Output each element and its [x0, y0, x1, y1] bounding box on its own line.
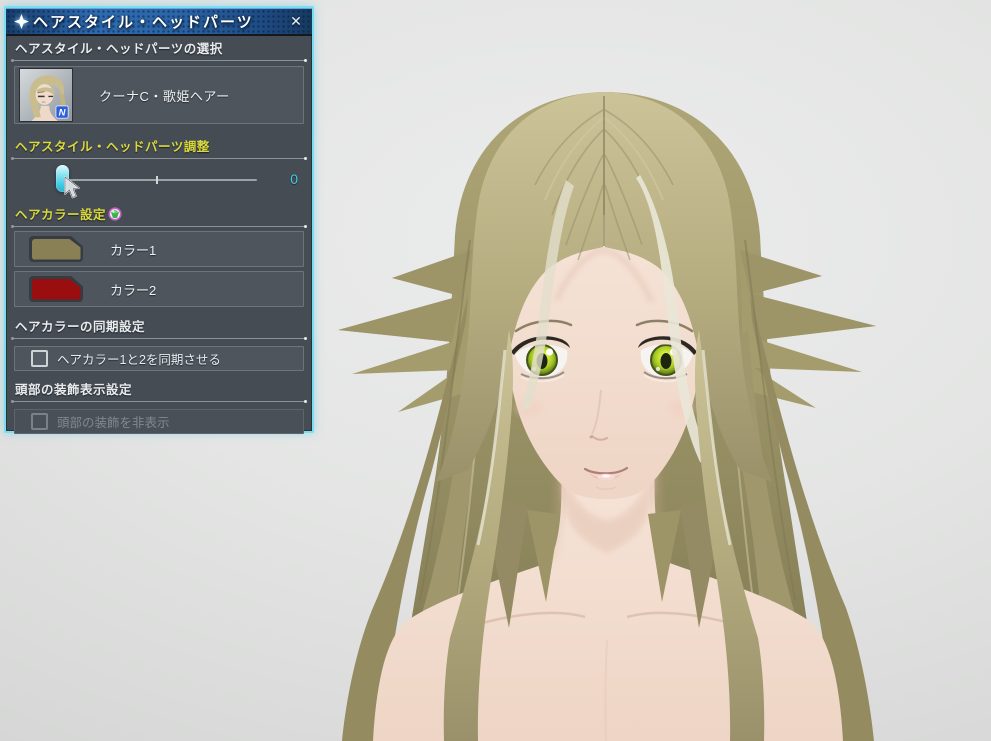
hair-thumbnail-image: N	[20, 69, 72, 121]
sync-checkbox[interactable]	[31, 350, 48, 367]
hairstyle-panel: ヘアスタイル・ヘッドパーツ ✕ ヘアスタイル・ヘッドパーツの選択	[4, 6, 314, 433]
decor-checkbox-row: 頭部の装飾を非表示	[14, 409, 304, 434]
slider-center-tick	[156, 176, 158, 184]
section-hair-color-label: ヘアカラー設定	[15, 208, 106, 222]
color-2-row[interactable]: カラー2	[14, 271, 304, 307]
hair-item-name: クーナC・歌姫ヘアー	[99, 86, 230, 105]
adjust-slider: 0	[14, 162, 304, 198]
color-1-swatch	[29, 236, 83, 262]
panel-title: ヘアスタイル・ヘッドパーツ	[33, 11, 286, 32]
color-2-label: カラー2	[110, 280, 156, 299]
sg-gem-icon	[108, 207, 122, 221]
section-sync: ヘアカラーの同期設定	[14, 320, 304, 339]
sparkle-icon	[14, 14, 29, 29]
slider-value: 0	[290, 171, 298, 187]
close-icon[interactable]: ✕	[286, 13, 306, 30]
sync-checkbox-label: ヘアカラー1と2を同期させる	[57, 349, 221, 368]
decor-checkbox	[31, 413, 48, 430]
decor-checkbox-label: 頭部の装飾を非表示	[57, 412, 170, 431]
panel-content: ヘアスタイル・ヘッドパーツの選択	[6, 42, 312, 434]
color-1-row[interactable]: カラー1	[14, 231, 304, 267]
hair-thumbnail: N	[19, 68, 73, 122]
color-2-swatch	[29, 276, 83, 302]
panel-titlebar: ヘアスタイル・ヘッドパーツ ✕	[6, 8, 312, 36]
section-hair-color: ヘアカラー設定	[14, 207, 304, 227]
slider-handle[interactable]	[56, 165, 69, 192]
sync-checkbox-row[interactable]: ヘアカラー1と2を同期させる	[14, 346, 304, 371]
color-1-label: カラー1	[110, 240, 156, 259]
hair-item-row[interactable]: N クーナC・歌姫ヘアー	[14, 66, 304, 124]
section-adjust: ヘアスタイル・ヘッドパーツ調整	[14, 140, 304, 159]
badge-glyph: N	[59, 107, 66, 118]
section-selection: ヘアスタイル・ヘッドパーツの選択	[14, 42, 304, 61]
section-decor: 頭部の装飾表示設定	[14, 383, 304, 402]
